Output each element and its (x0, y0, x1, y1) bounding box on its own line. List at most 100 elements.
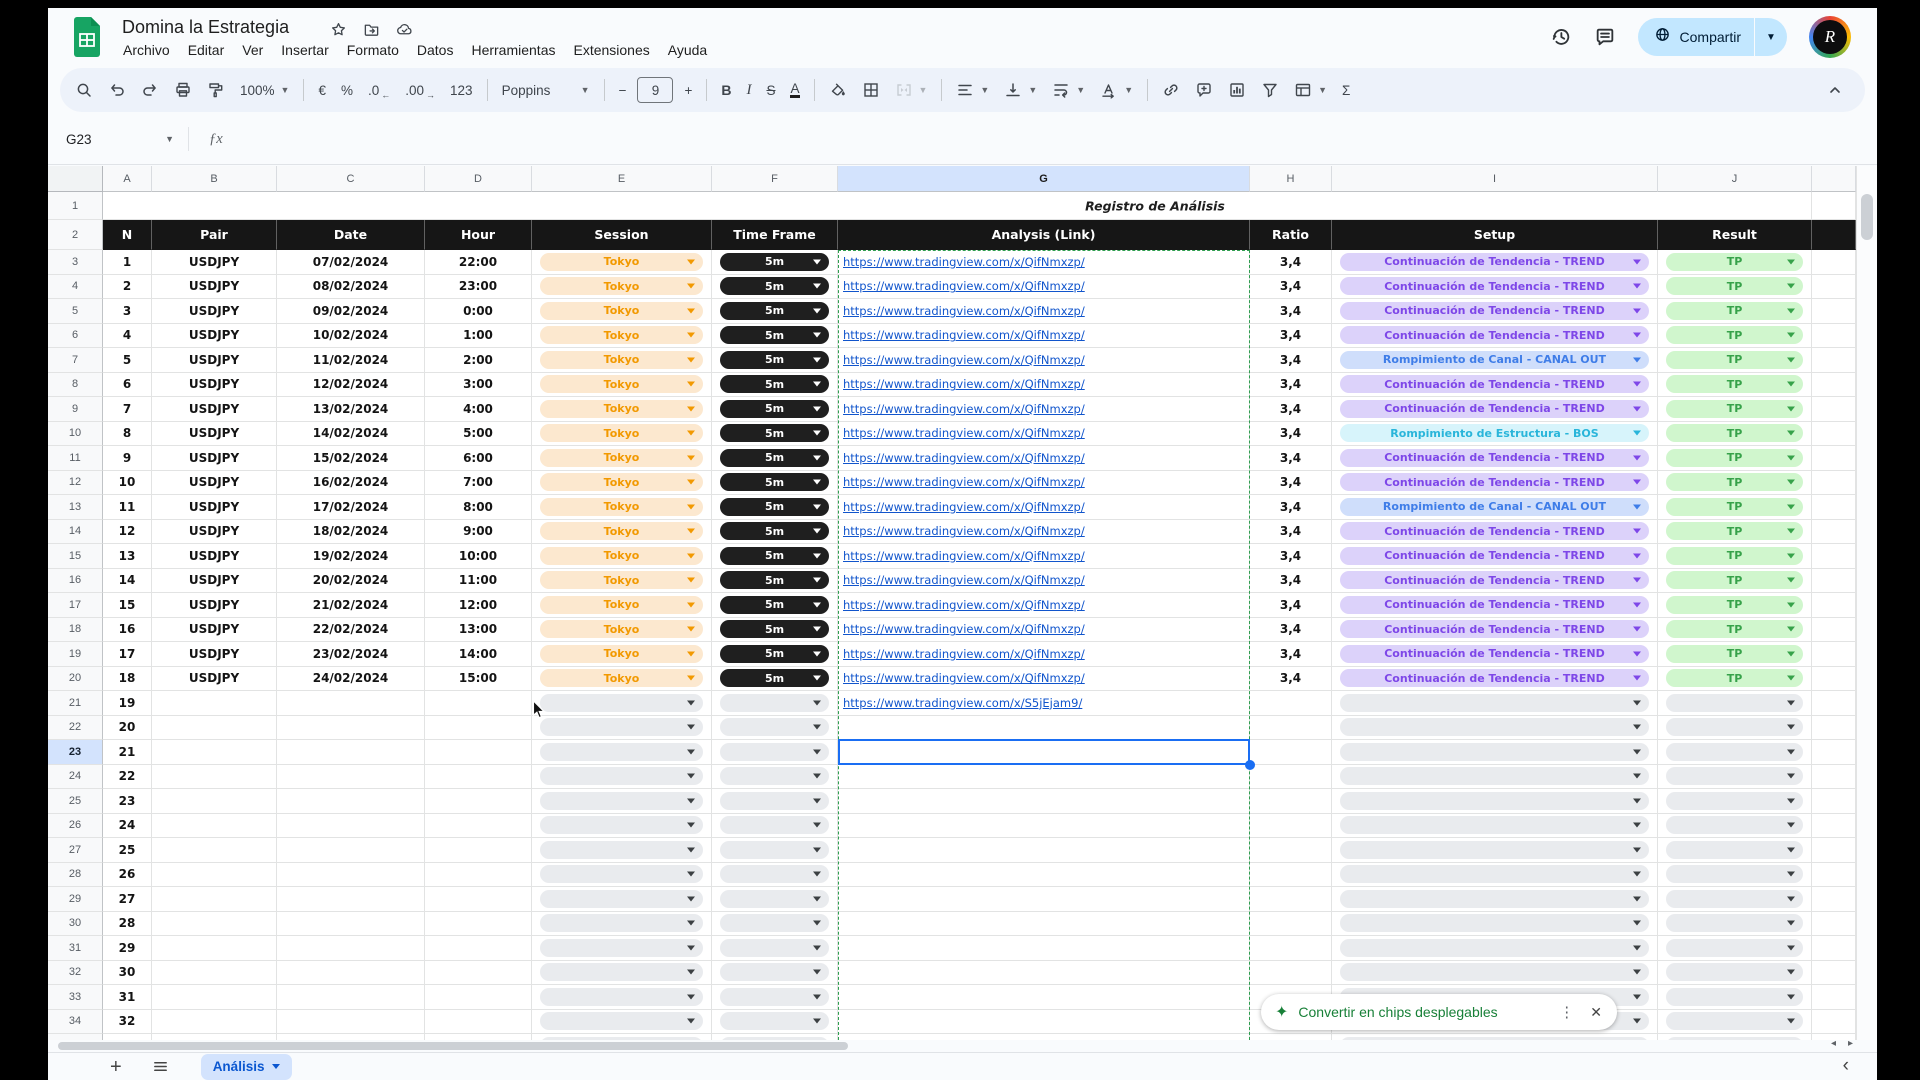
cell-H11[interactable]: 3,4 (1250, 446, 1332, 471)
cell-C22[interactable] (277, 716, 425, 741)
cell-I7[interactable]: Rompimiento de Canal - CANAL OUT (1332, 348, 1658, 373)
setup-chip[interactable]: Rompimiento de Canal - CANAL OUT (1340, 498, 1649, 516)
empty-chip[interactable] (540, 841, 703, 859)
empty-chip[interactable] (720, 914, 829, 932)
close-icon[interactable]: ✕ (1583, 1004, 1609, 1021)
empty-chip[interactable] (540, 792, 703, 810)
cell-E16[interactable]: Tokyo (532, 569, 712, 594)
cell-F3[interactable]: 5m (712, 250, 838, 275)
cell-E13[interactable]: Tokyo (532, 495, 712, 520)
cell-D14[interactable]: 9:00 (425, 520, 532, 545)
row-header-27[interactable]: 27 (48, 838, 103, 863)
session-chip[interactable]: Tokyo (540, 351, 703, 369)
cell-I10[interactable]: Rompimiento de Estructura - BOS (1332, 422, 1658, 447)
cell-E29[interactable] (532, 887, 712, 912)
row-header-6[interactable]: 6 (48, 324, 103, 349)
cell-F30[interactable] (712, 912, 838, 937)
empty-chip[interactable] (1340, 792, 1649, 810)
cell-F24[interactable] (712, 765, 838, 790)
analysis-link[interactable]: https://www.tradingview.com/x/QifNmxzp/ (843, 304, 1085, 318)
cell-A23[interactable]: 21 (103, 740, 152, 765)
setup-chip[interactable]: Continuación de Tendencia - TREND (1340, 302, 1649, 320)
cell-E7[interactable]: Tokyo (532, 348, 712, 373)
timeframe-chip[interactable]: 5m (720, 375, 829, 393)
cell-D29[interactable] (425, 887, 532, 912)
cell-I11[interactable]: Continuación de Tendencia - TREND (1332, 446, 1658, 471)
cell-D7[interactable]: 2:00 (425, 348, 532, 373)
cell-I16[interactable]: Continuación de Tendencia - TREND (1332, 569, 1658, 594)
cell-C25[interactable] (277, 789, 425, 814)
fill-handle[interactable] (1245, 760, 1255, 770)
cell-J3[interactable]: TP (1658, 250, 1812, 275)
cell-C27[interactable] (277, 838, 425, 863)
cell-B8[interactable]: USDJPY (152, 373, 277, 398)
menu-ayuda[interactable]: Ayuda (659, 39, 716, 61)
cell-F33[interactable] (712, 985, 838, 1010)
cell-J6[interactable]: TP (1658, 324, 1812, 349)
empty-chip[interactable] (540, 1012, 703, 1030)
cell-I25[interactable] (1332, 789, 1658, 814)
cell-E11[interactable]: Tokyo (532, 446, 712, 471)
column-title-result[interactable]: Result (1658, 220, 1812, 250)
result-chip[interactable]: TP (1666, 620, 1803, 638)
cell-C19[interactable]: 23/02/2024 (277, 642, 425, 667)
cell-J24[interactable] (1658, 765, 1812, 790)
empty-chip[interactable] (540, 939, 703, 957)
cell-B18[interactable]: USDJPY (152, 618, 277, 643)
cell-K19[interactable] (1812, 642, 1856, 667)
cell-H14[interactable]: 3,4 (1250, 520, 1332, 545)
row-header-34[interactable]: 34 (48, 1010, 103, 1035)
toolbar-undo[interactable] (101, 75, 133, 105)
cell-F14[interactable]: 5m (712, 520, 838, 545)
cell-K5[interactable] (1812, 299, 1856, 324)
cell-F5[interactable]: 5m (712, 299, 838, 324)
cell-J34[interactable] (1658, 1010, 1812, 1035)
empty-chip[interactable] (1340, 841, 1649, 859)
cell-E18[interactable]: Tokyo (532, 618, 712, 643)
cell-J18[interactable]: TP (1658, 618, 1812, 643)
cell-J17[interactable]: TP (1658, 593, 1812, 618)
cell-J10[interactable]: TP (1658, 422, 1812, 447)
result-chip[interactable]: TP (1666, 400, 1803, 418)
empty-chip[interactable] (1340, 963, 1649, 981)
name-box[interactable]: G23 ▼ (48, 132, 174, 147)
share-button[interactable]: Compartir ▼ (1638, 18, 1787, 56)
cell-E25[interactable] (532, 789, 712, 814)
cell-F11[interactable]: 5m (712, 446, 838, 471)
sheets-logo-icon[interactable] (72, 17, 102, 57)
cell-B33[interactable] (152, 985, 277, 1010)
cell-H31[interactable] (1250, 936, 1332, 961)
cell-B7[interactable]: USDJPY (152, 348, 277, 373)
cell-A30[interactable]: 28 (103, 912, 152, 937)
toolbar-filter-views[interactable]: ▼ (1287, 75, 1334, 105)
vertical-scrollbar-thumb[interactable] (1861, 194, 1873, 240)
result-chip[interactable]: TP (1666, 351, 1803, 369)
analysis-link[interactable]: https://www.tradingview.com/x/QifNmxzp/ (843, 279, 1085, 293)
share-button-main[interactable]: Compartir (1638, 18, 1754, 56)
cell-E15[interactable]: Tokyo (532, 544, 712, 569)
cell-C12[interactable]: 16/02/2024 (277, 471, 425, 496)
analysis-link[interactable]: https://www.tradingview.com/x/S5jEjam9/ (843, 696, 1082, 710)
cell-F18[interactable]: 5m (712, 618, 838, 643)
empty-chip[interactable] (1666, 1012, 1803, 1030)
analysis-link[interactable]: https://www.tradingview.com/x/QifNmxzp/ (843, 549, 1085, 563)
cell-I27[interactable] (1332, 838, 1658, 863)
cell-K18[interactable] (1812, 618, 1856, 643)
empty-chip[interactable] (1340, 816, 1649, 834)
cell-A27[interactable]: 25 (103, 838, 152, 863)
result-chip[interactable]: TP (1666, 669, 1803, 687)
cell-D18[interactable]: 13:00 (425, 618, 532, 643)
cell-E12[interactable]: Tokyo (532, 471, 712, 496)
analysis-link[interactable]: https://www.tradingview.com/x/QifNmxzp/ (843, 622, 1085, 636)
session-chip[interactable]: Tokyo (540, 400, 703, 418)
cell-E30[interactable] (532, 912, 712, 937)
column-title-setup[interactable]: Setup (1332, 220, 1658, 250)
column-title-time-frame[interactable]: Time Frame (712, 220, 838, 250)
cell-E3[interactable]: Tokyo (532, 250, 712, 275)
toolbar-collapse-button[interactable] (1819, 75, 1851, 105)
toolbar-text-wrapping[interactable]: ▼ (1045, 75, 1092, 105)
analysis-link[interactable]: https://www.tradingview.com/x/QifNmxzp/ (843, 524, 1085, 538)
toolbar-text-rotation[interactable]: ▼ (1093, 75, 1140, 105)
cell-J12[interactable]: TP (1658, 471, 1812, 496)
timeframe-chip[interactable]: 5m (720, 645, 829, 663)
